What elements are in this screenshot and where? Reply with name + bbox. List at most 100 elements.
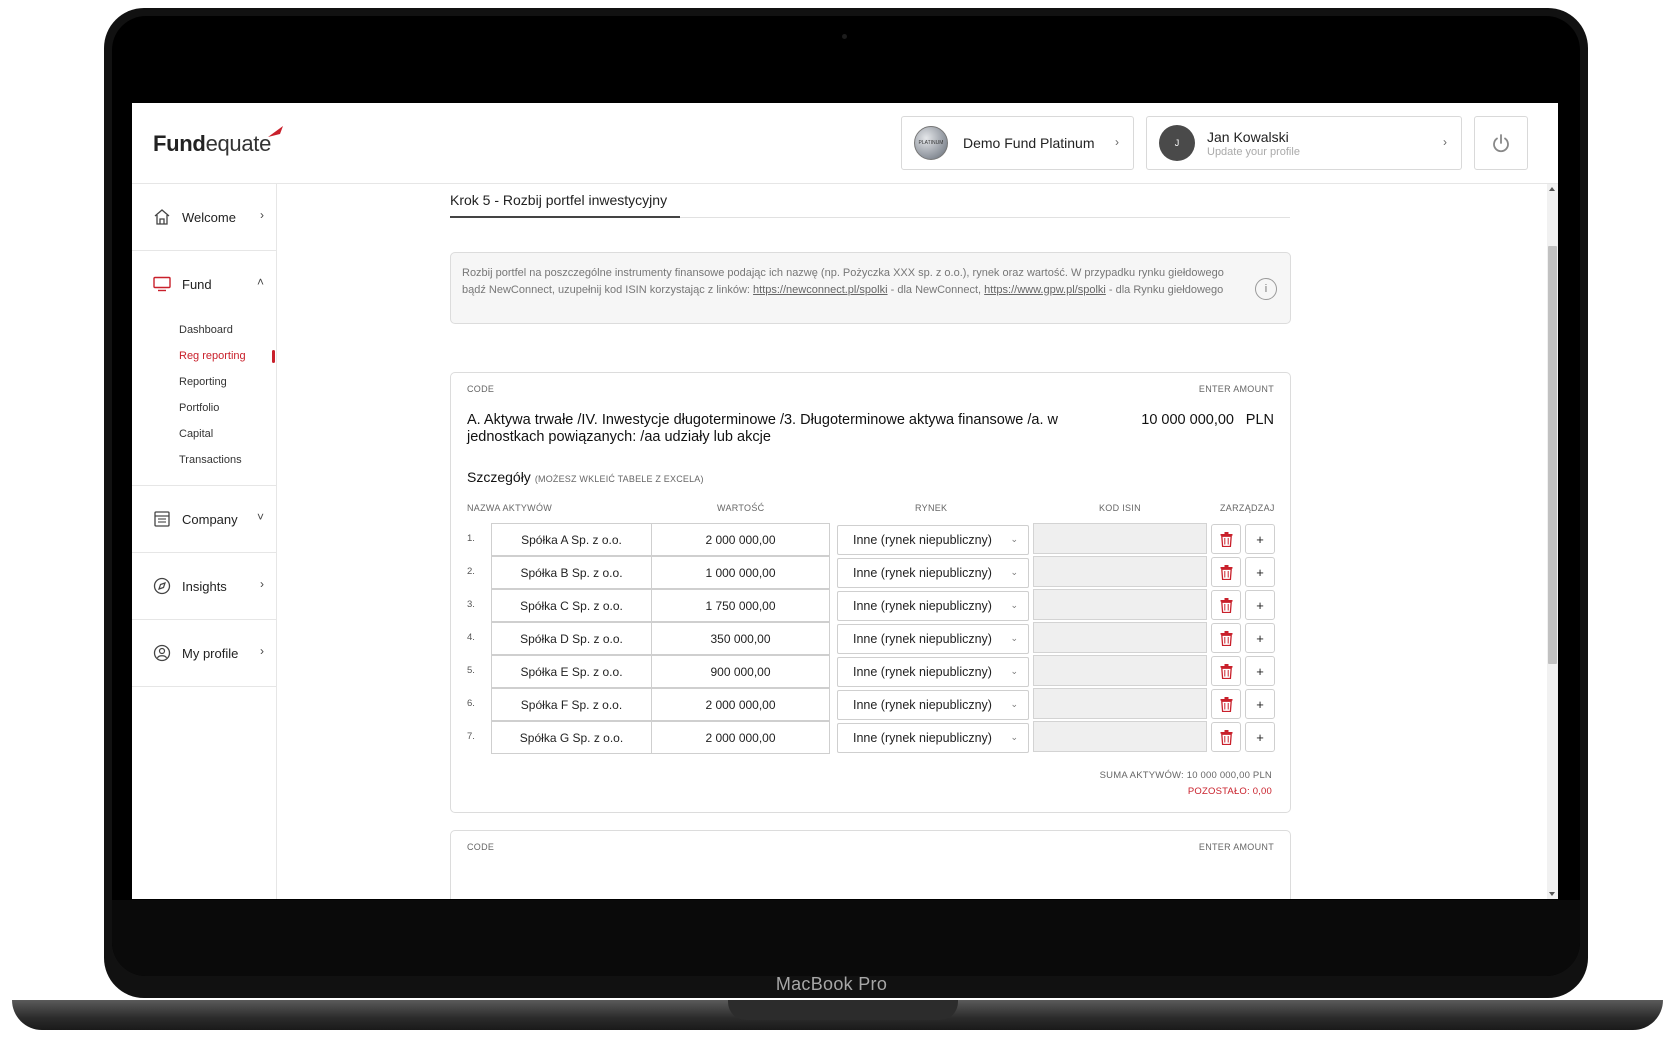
sidebar-subitem-capital[interactable]: Capital: [179, 421, 276, 447]
delete-row-button[interactable]: [1211, 623, 1241, 653]
gpw-link[interactable]: https://www.gpw.pl/spolki: [984, 284, 1106, 296]
newconnect-link[interactable]: https://newconnect.pl/spolki: [753, 284, 888, 296]
market-select-value: Inne (rynek niepubliczny): [853, 731, 992, 745]
sidebar-subitem-reporting[interactable]: Reporting: [179, 369, 276, 395]
market-select[interactable]: Inne (rynek niepubliczny) ⌄: [837, 525, 1029, 555]
scroll-up-arrow-icon[interactable]: [1549, 187, 1555, 191]
sidebar-subitem-transactions[interactable]: Transactions: [179, 447, 276, 473]
asset-value-input[interactable]: 1 000 000,00: [651, 556, 830, 589]
monitor-icon: [152, 274, 172, 294]
plus-icon: +: [1256, 663, 1264, 679]
asset-name-input[interactable]: Spółka F Sp. z o.o.: [491, 688, 652, 721]
sidebar-subitem-dashboard[interactable]: Dashboard: [179, 317, 276, 343]
main-content: Krok 5 - Rozbij portfel inwestycyjny Roz…: [278, 184, 1558, 899]
info-box: Rozbij portfel na poszczególne instrumen…: [450, 252, 1291, 324]
market-select[interactable]: Inne (rynek niepubliczny) ⌄: [837, 558, 1029, 588]
row-number: 5.: [467, 665, 475, 676]
row-number: 4.: [467, 632, 475, 643]
remaining-amount: POZOSTAŁO: 0,00: [1187, 786, 1272, 797]
isin-input[interactable]: [1033, 688, 1207, 719]
sum-total: SUMA AKTYWÓW: 10 000 000,00 PLN: [1099, 770, 1272, 781]
delete-row-button[interactable]: [1211, 689, 1241, 719]
column-header-isin: KOD ISIN: [1099, 503, 1141, 513]
chevron-right-icon: ›: [1443, 135, 1447, 149]
isin-input[interactable]: [1033, 589, 1207, 620]
scroll-down-arrow-icon[interactable]: [1549, 892, 1555, 896]
scroll-thumb[interactable]: [1548, 246, 1557, 664]
market-select[interactable]: Inne (rynek niepubliczny) ⌄: [837, 690, 1029, 720]
logout-button[interactable]: [1474, 116, 1528, 170]
asset-name-input[interactable]: Spółka E Sp. z o.o.: [491, 655, 652, 688]
isin-input[interactable]: [1033, 523, 1207, 554]
market-select-value: Inne (rynek niepubliczny): [853, 533, 992, 547]
add-row-button[interactable]: +: [1245, 656, 1275, 686]
add-row-button[interactable]: +: [1245, 557, 1275, 587]
isin-input[interactable]: [1033, 622, 1207, 653]
step-title: Krok 5 - Rozbij portfel inwestycyjny: [450, 192, 668, 208]
logo[interactable]: Fundequate: [153, 126, 284, 157]
asset-value-input[interactable]: 1 750 000,00: [651, 589, 830, 622]
sidebar-item-fund[interactable]: Fund ˄: [132, 251, 276, 317]
asset-name-input[interactable]: Spółka C Sp. z o.o.: [491, 589, 652, 622]
sidebar-item-welcome[interactable]: Welcome ›: [132, 184, 276, 250]
asset-value-input[interactable]: 2 000 000,00: [651, 721, 830, 754]
chevron-down-icon: ⌄: [1010, 633, 1018, 643]
asset-value-input[interactable]: 350 000,00: [651, 622, 830, 655]
fund-name: Demo Fund Platinum: [963, 135, 1095, 151]
isin-input[interactable]: [1033, 655, 1207, 686]
fund-selector[interactable]: PLATINUM Demo Fund Platinum ›: [901, 116, 1134, 170]
delete-row-button[interactable]: [1211, 656, 1241, 686]
delete-row-button[interactable]: [1211, 524, 1241, 554]
asset-name-input[interactable]: Spółka G Sp. z o.o.: [491, 721, 652, 754]
asset-currency: PLN: [1245, 412, 1274, 428]
table-row: 3. Spółka C Sp. z o.o. 1 750 000,00 Inne (r…: [467, 589, 1277, 622]
vertical-scrollbar[interactable]: [1547, 184, 1558, 899]
market-select[interactable]: Inne (rynek niepubliczny) ⌄: [837, 723, 1029, 753]
asset-value-input[interactable]: 2 000 000,00: [651, 688, 830, 721]
isin-input[interactable]: [1033, 556, 1207, 587]
market-select[interactable]: Inne (rynek niepubliczny) ⌄: [837, 624, 1029, 654]
add-row-button[interactable]: +: [1245, 689, 1275, 719]
plus-icon: +: [1256, 630, 1264, 646]
step-active-underline: [450, 216, 680, 218]
delete-row-button[interactable]: [1211, 590, 1241, 620]
asset-name-input[interactable]: Spółka D Sp. z o.o.: [491, 622, 652, 655]
sidebar: Welcome › Fund ˄ Dashboard Reg reporting…: [132, 184, 277, 899]
sidebar-subitem-portfolio[interactable]: Portfolio: [179, 395, 276, 421]
camera: [842, 34, 847, 39]
asset-name-input[interactable]: Spółka B Sp. z o.o.: [491, 556, 652, 589]
plus-icon: +: [1256, 597, 1264, 613]
market-select[interactable]: Inne (rynek niepubliczny) ⌄: [837, 591, 1029, 621]
delete-row-button[interactable]: [1211, 557, 1241, 587]
details-hint: (MOŻESZ WKLEIĆ TABELE Z EXCELA): [534, 474, 704, 484]
sidebar-item-label: Fund: [182, 276, 212, 292]
add-row-button[interactable]: +: [1245, 590, 1275, 620]
laptop-notch: [728, 1000, 958, 1020]
add-row-button[interactable]: +: [1245, 524, 1275, 554]
user-subtitle: Update your profile: [1207, 145, 1300, 158]
active-marker: [272, 350, 275, 363]
plus-icon: +: [1256, 564, 1264, 580]
add-row-button[interactable]: +: [1245, 623, 1275, 653]
asset-value-input[interactable]: 2 000 000,00: [651, 523, 830, 556]
sidebar-item-label: Insights: [182, 578, 227, 594]
sidebar-subitem-reg-reporting[interactable]: Reg reporting: [179, 343, 276, 369]
user-profile-selector[interactable]: J Jan Kowalski Update your profile ›: [1146, 116, 1462, 170]
isin-input[interactable]: [1033, 721, 1207, 752]
add-row-button[interactable]: +: [1245, 722, 1275, 752]
chevron-down-icon: ⌄: [1010, 567, 1018, 577]
market-select[interactable]: Inne (rynek niepubliczny) ⌄: [837, 657, 1029, 687]
code-label: CODE: [467, 384, 495, 394]
delete-row-button[interactable]: [1211, 722, 1241, 752]
sidebar-item-insights[interactable]: Insights ›: [132, 553, 276, 619]
info-icon[interactable]: i: [1255, 278, 1277, 300]
sidebar-item-label: Welcome: [182, 209, 236, 225]
asset-value-input[interactable]: 900 000,00: [651, 655, 830, 688]
asset-name-input[interactable]: Spółka A Sp. z o.o.: [491, 523, 652, 556]
sidebar-item-my-profile[interactable]: My profile ›: [132, 620, 276, 686]
sidebar-item-company[interactable]: Company ˅: [132, 486, 276, 552]
top-header: Fundequate PLATINUM Demo Fund Platinum ›…: [132, 103, 1558, 184]
column-header-name: NAZWA AKTYWÓW: [467, 503, 553, 513]
asset-amount[interactable]: 10 000 000,00: [1141, 412, 1234, 428]
trash-icon: [1220, 630, 1232, 646]
